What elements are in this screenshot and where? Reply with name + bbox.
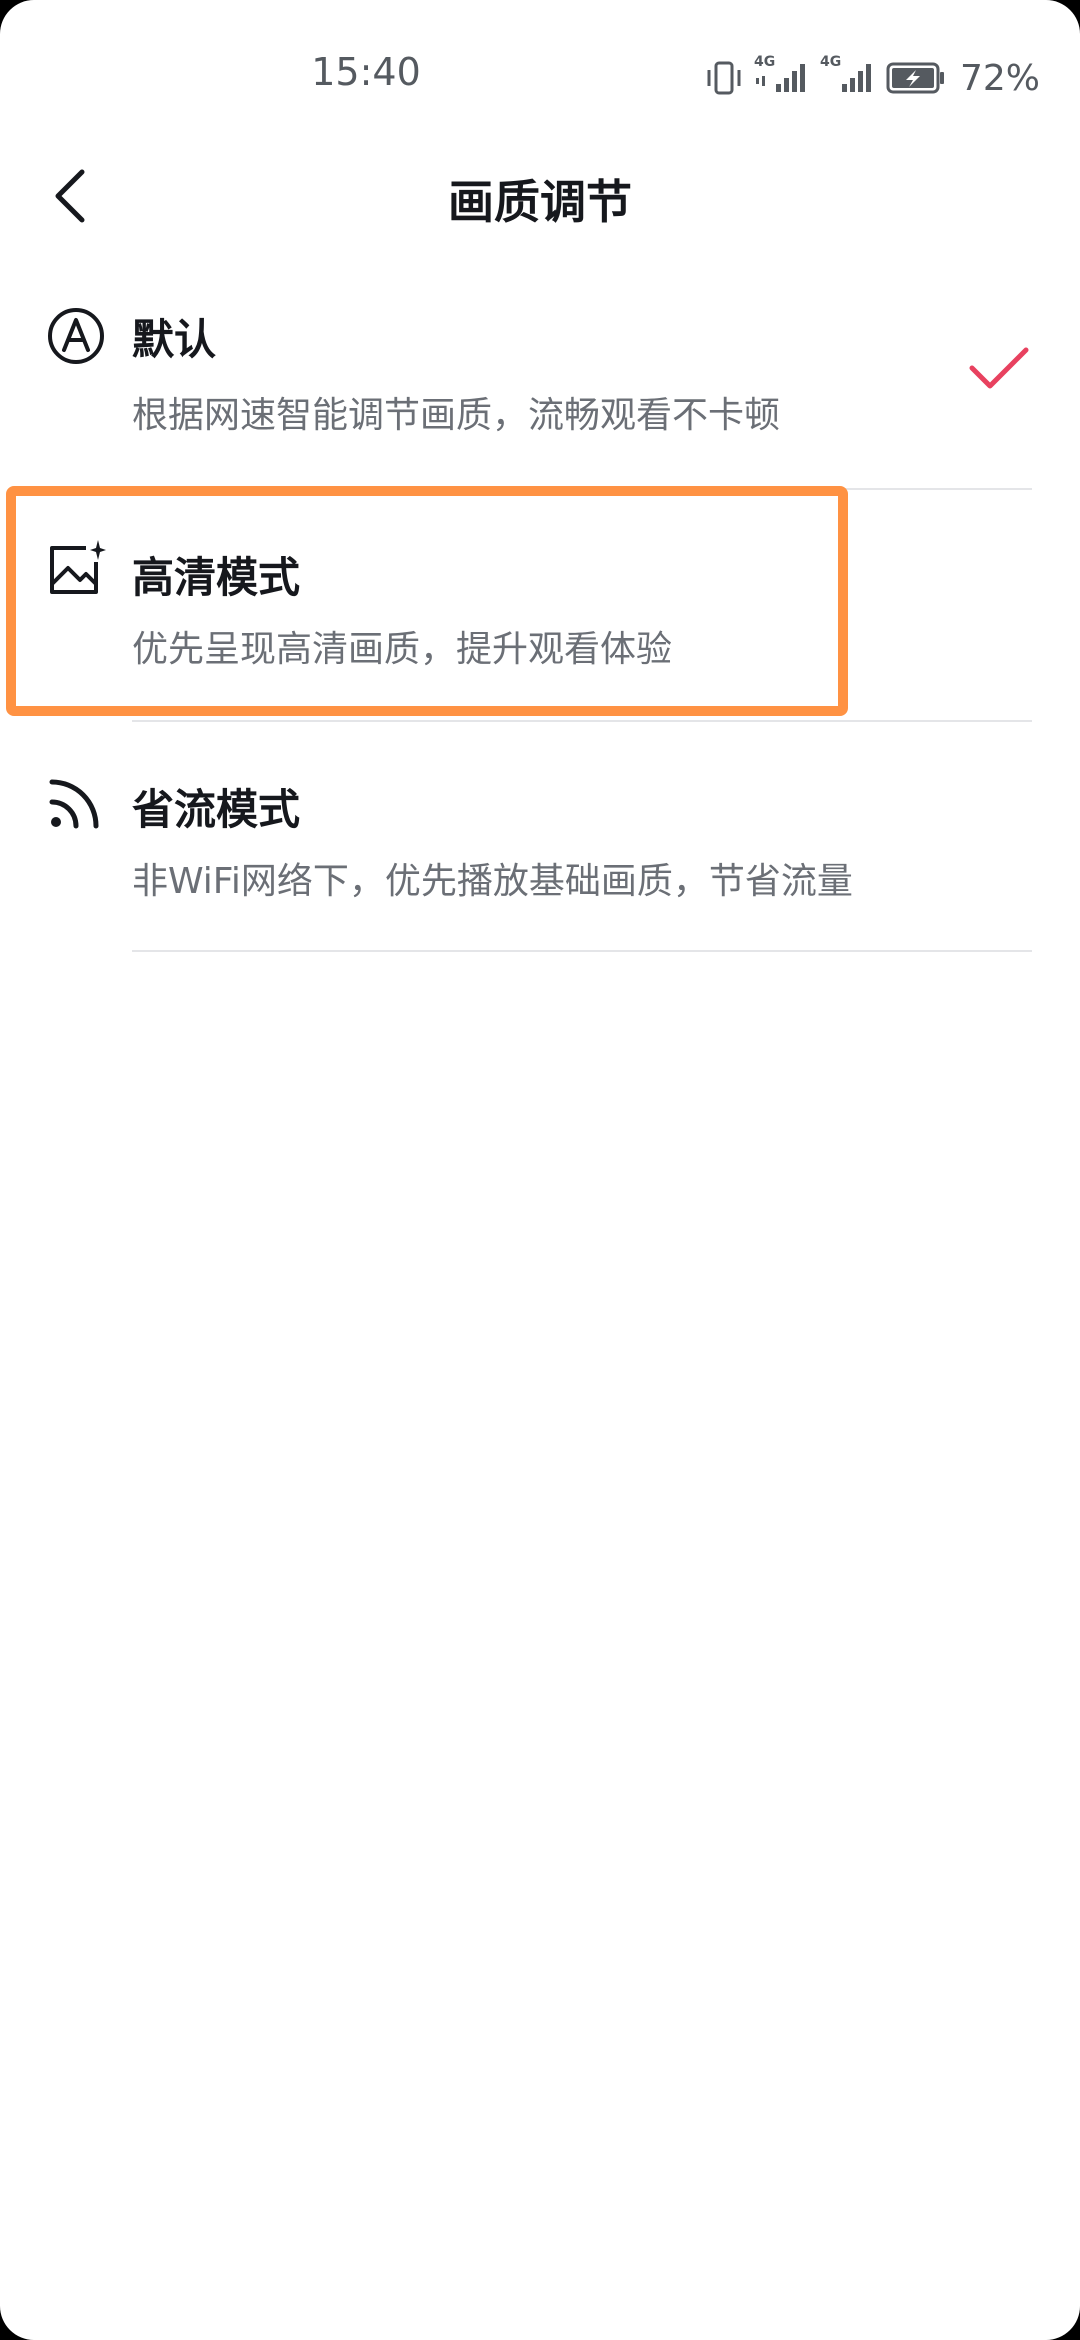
option-hd-mode[interactable]: 高清模式 优先呈现高清画质，提升观看体验: [0, 522, 1080, 722]
signal-wave-icon: [49, 779, 99, 829]
image-sparkle-icon: [50, 540, 106, 594]
auto-a-icon: [48, 308, 104, 364]
signal-bars-icon: [841, 64, 871, 92]
option-description: 根据网速智能调节画质，流畅观看不卡顿: [132, 395, 781, 436]
status-icons: 4G 4G 72%: [704, 54, 1040, 100]
status-time: 15:40: [311, 50, 421, 94]
divider: [132, 950, 1032, 952]
option-description: 优先呈现高清画质，提升观看体验: [132, 629, 673, 670]
option-title: 省流模式: [132, 785, 301, 834]
signal-bars-icon: [755, 64, 805, 92]
vibrate-icon: [707, 61, 741, 95]
check-icon: [969, 347, 1029, 389]
page-title: 画质调节: [448, 175, 632, 229]
screen: 15:40 4G 4G 72% 画质调节 默认 根据网速智能调节画质，流畅观看不…: [0, 0, 1080, 2340]
signal-2: 4G: [820, 54, 876, 98]
option-data-saver-mode[interactable]: 省流模式 非WiFi网络下，优先播放基础画质，节省流量: [0, 754, 1080, 954]
option-default[interactable]: 默认 根据网速智能调节画质，流畅观看不卡顿: [0, 290, 1080, 490]
divider: [132, 720, 1032, 722]
option-description: 非WiFi网络下，优先播放基础画质，节省流量: [132, 861, 853, 902]
status-bar: 15:40 4G 4G 72%: [0, 0, 1080, 130]
option-title: 默认: [132, 315, 217, 364]
battery-charging-icon: [886, 62, 944, 94]
divider: [132, 488, 1032, 490]
signal-1: 4G: [754, 54, 810, 98]
header: 画质调节: [0, 150, 1080, 240]
option-title: 高清模式: [132, 553, 301, 602]
battery-percent: 72%: [959, 57, 1040, 99]
